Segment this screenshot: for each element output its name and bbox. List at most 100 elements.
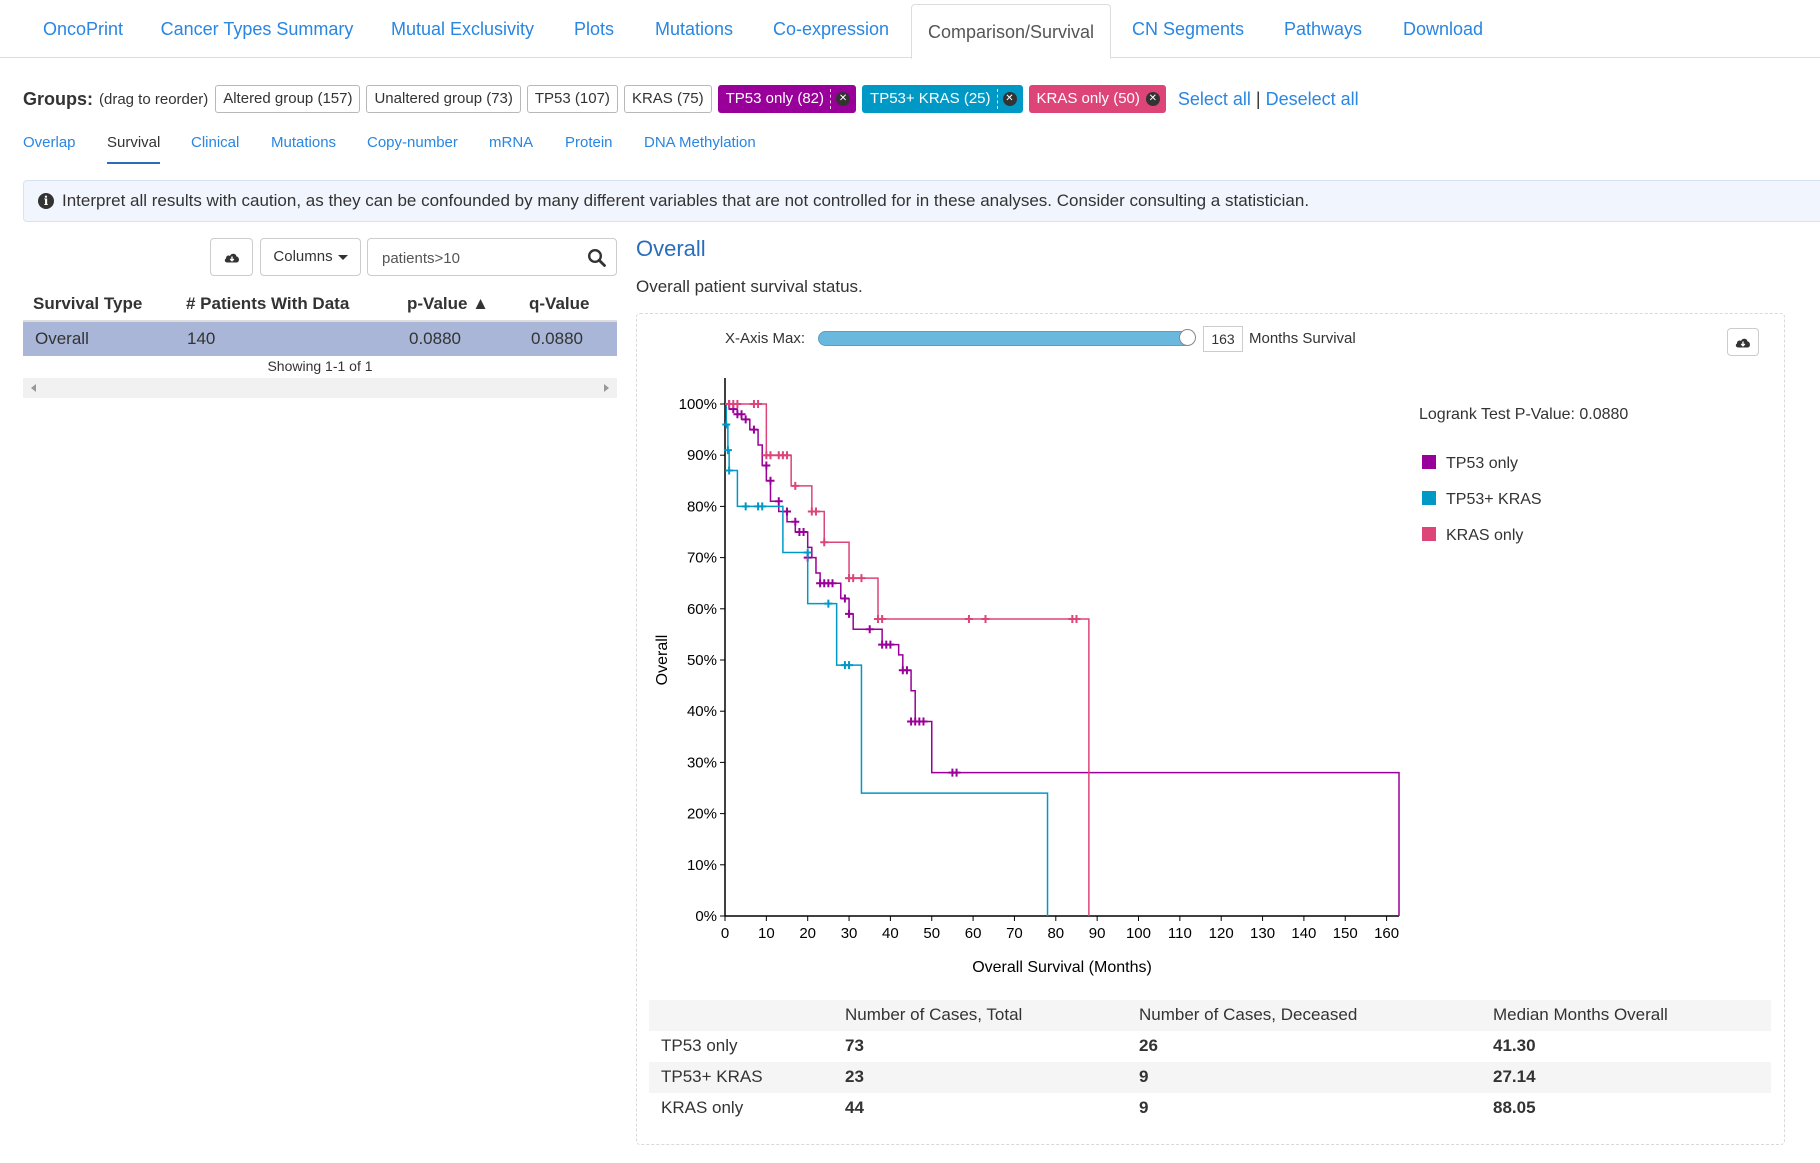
legend-label: TP53+ KRAS: [1446, 491, 1542, 508]
x-axis-max-input[interactable]: 163: [1203, 326, 1243, 352]
x-tick-label: 150: [1333, 925, 1358, 942]
censored-mark: [774, 497, 783, 506]
column-header[interactable]: Survival Type: [33, 294, 142, 314]
tab-download[interactable]: Download: [1393, 0, 1493, 58]
censored-mark: [799, 528, 808, 536]
logrank-annotation: Logrank Test P-Value: 0.0880: [1419, 406, 1628, 423]
censored-mark: [849, 574, 858, 583]
subtab-survival[interactable]: Survival: [107, 132, 161, 164]
group-button[interactable]: TP53 (107): [526, 85, 618, 113]
tab-oncoprint[interactable]: OncoPrint: [23, 0, 143, 58]
survival-plot-container: X-Axis Max: 163 Months Survival 0% 10% 20%…: [636, 313, 1785, 1145]
subtab-copy-number[interactable]: Copy-number: [367, 132, 458, 164]
summary-row: TP53 only 73 26 41.30: [649, 1031, 1771, 1062]
group-button[interactable]: KRAS (75): [623, 85, 712, 113]
censored-mark: [783, 451, 792, 460]
censored-mark: [741, 502, 750, 511]
table-row[interactable]: Overall 140 0.0880 0.0880: [23, 322, 617, 356]
censored-mark: [766, 451, 775, 460]
download-button[interactable]: [210, 238, 253, 276]
x-axis-slider[interactable]: [818, 331, 1193, 346]
group-button[interactable]: Altered group (157): [215, 85, 361, 113]
censored-mark: [824, 599, 833, 608]
main-tab-bar: OncoPrint Cancer Types Summary Mutual Ex…: [0, 0, 1820, 59]
censored-mark: [845, 661, 854, 670]
x-tick-label: 120: [1209, 925, 1234, 942]
censored-mark: [878, 615, 887, 624]
censored-mark: [791, 517, 800, 526]
remove-group-icon[interactable]: ✕: [1145, 92, 1160, 106]
cloud-download-icon: [1735, 338, 1750, 348]
subtab-mutations[interactable]: Mutations: [271, 132, 336, 164]
subtab-mrna[interactable]: mRNA: [489, 132, 533, 164]
groups-label: Groups:: [23, 88, 93, 109]
patients-cell: 140: [187, 329, 216, 348]
subtab-clinical[interactable]: Clinical: [191, 132, 239, 164]
column-header[interactable]: # Patients With Data: [186, 294, 349, 314]
tab-cancer-types-summary[interactable]: Cancer Types Summary: [152, 0, 362, 58]
column-header[interactable]: p-Value ▲: [407, 294, 489, 314]
group-name: TP53+ KRAS: [661, 1067, 763, 1086]
tab-plots[interactable]: Plots: [563, 0, 625, 58]
tab-cn-segments[interactable]: CN Segments: [1124, 0, 1252, 58]
plot-download-button[interactable]: [1727, 328, 1759, 356]
tab-pathways[interactable]: Pathways: [1271, 0, 1375, 58]
scroll-right-icon[interactable]: [604, 384, 609, 392]
censored-mark: [749, 425, 758, 434]
censored-mark: [820, 538, 829, 547]
table-search[interactable]: [367, 238, 617, 276]
x-axis-max-label: X-Axis Max:: [725, 330, 806, 347]
censored-mark: [783, 507, 792, 516]
x-tick-label: 50: [923, 925, 940, 942]
legend-swatch: [1422, 527, 1436, 541]
y-tick-label: 80%: [687, 498, 717, 515]
search-input[interactable]: [380, 248, 580, 268]
censored-mark: [886, 640, 895, 649]
tab-mutual-exclusivity[interactable]: Mutual Exclusivity: [380, 0, 545, 58]
x-tick-label: 70: [1006, 925, 1023, 942]
columns-dropdown[interactable]: Columns: [260, 238, 361, 276]
group-button-selected[interactable]: TP53+ KRAS (25) ✕: [862, 85, 1023, 113]
remove-group-icon[interactable]: ✕: [836, 92, 851, 106]
summary-column-header: Number of Cases, Deceased: [1139, 1005, 1358, 1024]
scroll-left-icon[interactable]: [31, 384, 36, 392]
x-axis-label: Overall Survival (Months): [972, 959, 1152, 976]
subtab-overlap[interactable]: Overlap: [23, 132, 76, 164]
survival-type-table: Survival Type # Patients With Data p-Val…: [23, 288, 617, 356]
horizontal-scrollbar[interactable]: [23, 378, 617, 398]
x-tick-label: 20: [799, 925, 816, 942]
tab-comparison-survival[interactable]: Comparison/Survival: [911, 4, 1111, 59]
group-button[interactable]: Unaltered group (73): [366, 85, 521, 113]
subtab-dna-methylation[interactable]: DNA Methylation: [644, 132, 756, 164]
tab-mutations[interactable]: Mutations: [643, 0, 745, 58]
censored-mark: [803, 548, 812, 557]
summary-row: KRAS only 44 9 88.05: [649, 1093, 1771, 1124]
column-header[interactable]: q-Value: [529, 294, 589, 314]
tab-co-expression[interactable]: Co-expression: [763, 0, 899, 58]
slider-handle[interactable]: [1179, 329, 1196, 346]
censored-mark: [741, 415, 750, 424]
group-name: KRAS only: [661, 1098, 744, 1117]
remove-group-icon[interactable]: ✕: [1002, 92, 1017, 106]
group-button-selected[interactable]: TP53 only (82) ✕: [717, 85, 857, 113]
censored-mark: [722, 420, 731, 429]
x-tick-label: 30: [841, 925, 858, 942]
x-tick-label: 140: [1291, 925, 1316, 942]
x-tick-label: 110: [1168, 925, 1192, 942]
censored-mark: [762, 461, 771, 470]
caution-text: Interpret all results with caution, as t…: [62, 191, 1310, 210]
drag-divider: [830, 89, 832, 109]
subtab-protein[interactable]: Protein: [565, 132, 613, 164]
x-tick-label: 80: [1047, 925, 1064, 942]
summary-row: TP53+ KRAS 23 9 27.14: [649, 1062, 1771, 1093]
censored-mark: [919, 717, 928, 726]
search-icon[interactable]: [587, 248, 607, 268]
info-icon: i: [38, 193, 54, 209]
x-tick-label: 100: [1126, 925, 1151, 942]
deselect-all-link[interactable]: Deselect all: [1266, 89, 1359, 110]
group-label: TP53+ KRAS (25): [870, 90, 991, 107]
censored-mark: [737, 410, 746, 419]
survival-curve-line: [725, 403, 1090, 916]
group-button-selected[interactable]: KRAS only (50) ✕: [1028, 85, 1166, 113]
select-all-link[interactable]: Select all: [1178, 89, 1251, 110]
